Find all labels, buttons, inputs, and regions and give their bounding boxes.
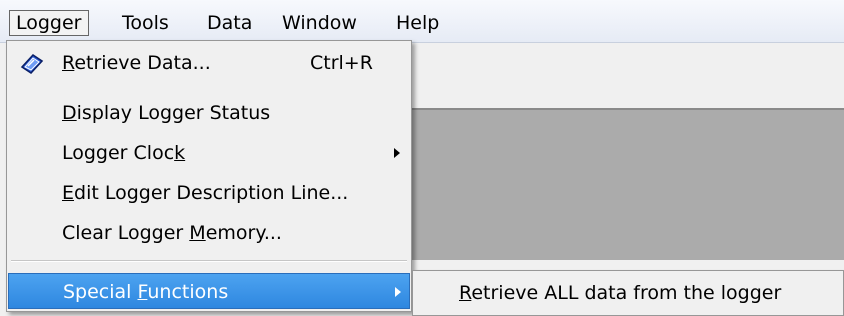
workspace-area — [380, 108, 844, 262]
menu-data-label: Data — [207, 12, 253, 34]
menu-tools[interactable]: Tools — [116, 10, 175, 36]
menu-separator — [11, 260, 407, 262]
menu-bar: Logger Tools Data Window Help — [0, 0, 844, 43]
menu-logger-label: Logger — [16, 12, 82, 34]
menu-item-label: Display Logger Status — [62, 102, 271, 124]
menu-item-display-logger-status[interactable]: Display Logger Status — [8, 95, 410, 131]
menu-item-special-functions[interactable]: Special Functions — [8, 273, 410, 309]
menu-item-shortcut: Ctrl+R — [310, 52, 373, 74]
menu-data[interactable]: Data — [201, 10, 258, 36]
menu-item-label: Logger Clock — [62, 142, 186, 164]
menu-item-label: Clear Logger Memory... — [62, 222, 282, 244]
menu-item-logger-clock[interactable]: Logger Clock — [8, 135, 410, 171]
menu-help-label: Help — [396, 12, 440, 34]
menu-item-label: Retrieve Data... — [62, 52, 211, 74]
menu-help[interactable]: Help — [390, 10, 445, 36]
menu-window[interactable]: Window — [276, 10, 363, 36]
menu-item-retrieve-all-data[interactable]: Retrieve ALL data from the logger — [459, 271, 781, 315]
menu-logger[interactable]: Logger — [9, 10, 89, 36]
submenu-arrow-icon — [394, 148, 400, 158]
special-functions-submenu: Retrieve ALL data from the logger — [412, 270, 844, 316]
menu-item-edit-logger-description[interactable]: Edit Logger Description Line... — [8, 175, 410, 211]
menu-item-label: Special Functions — [63, 281, 229, 303]
menu-item-retrieve-data[interactable]: Retrieve Data... Ctrl+R — [8, 45, 410, 81]
retrieve-data-icon — [19, 52, 45, 76]
menu-item-label: Retrieve ALL data from the logger — [459, 282, 782, 304]
menu-window-label: Window — [282, 12, 357, 34]
menu-tools-label: Tools — [122, 12, 169, 34]
menu-item-clear-logger-memory[interactable]: Clear Logger Memory... — [8, 215, 410, 251]
submenu-arrow-icon — [395, 287, 401, 297]
menu-item-label: Edit Logger Description Line... — [62, 182, 349, 204]
logger-dropdown-menu: Retrieve Data... Ctrl+R Display Logger S… — [6, 40, 412, 312]
